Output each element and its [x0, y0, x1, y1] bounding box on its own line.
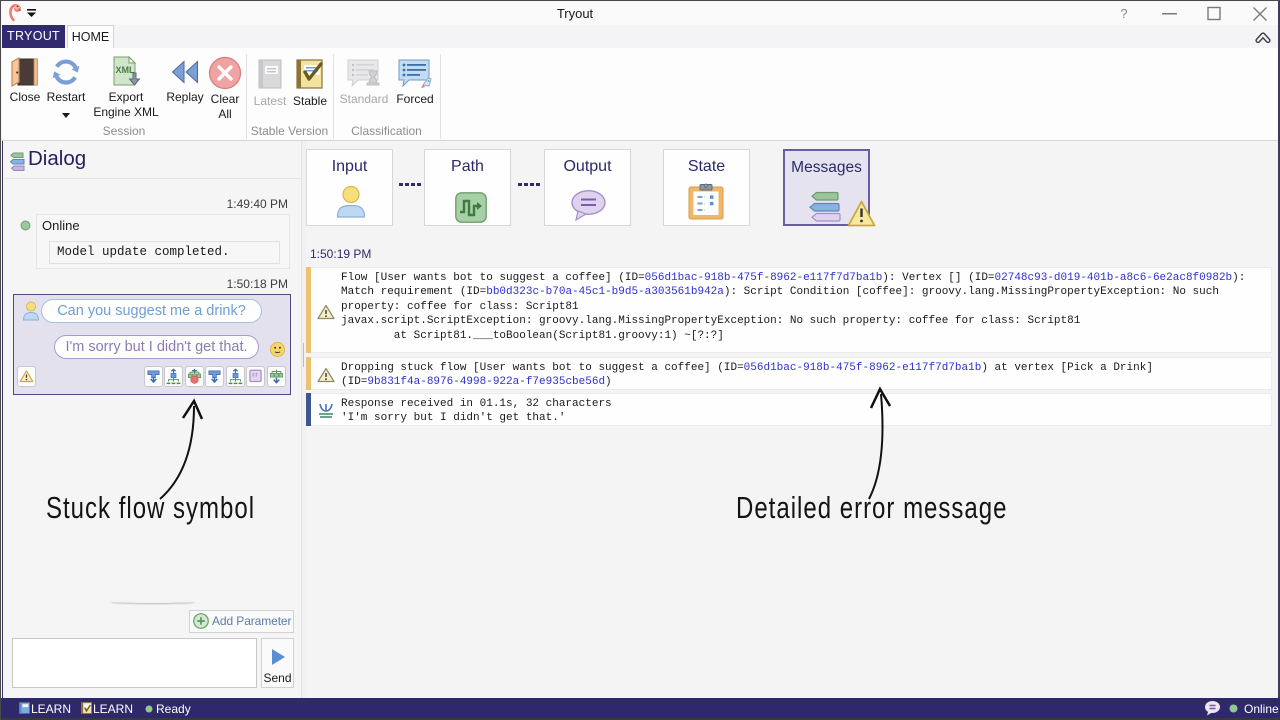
svg-text:XML: XML [116, 65, 136, 75]
